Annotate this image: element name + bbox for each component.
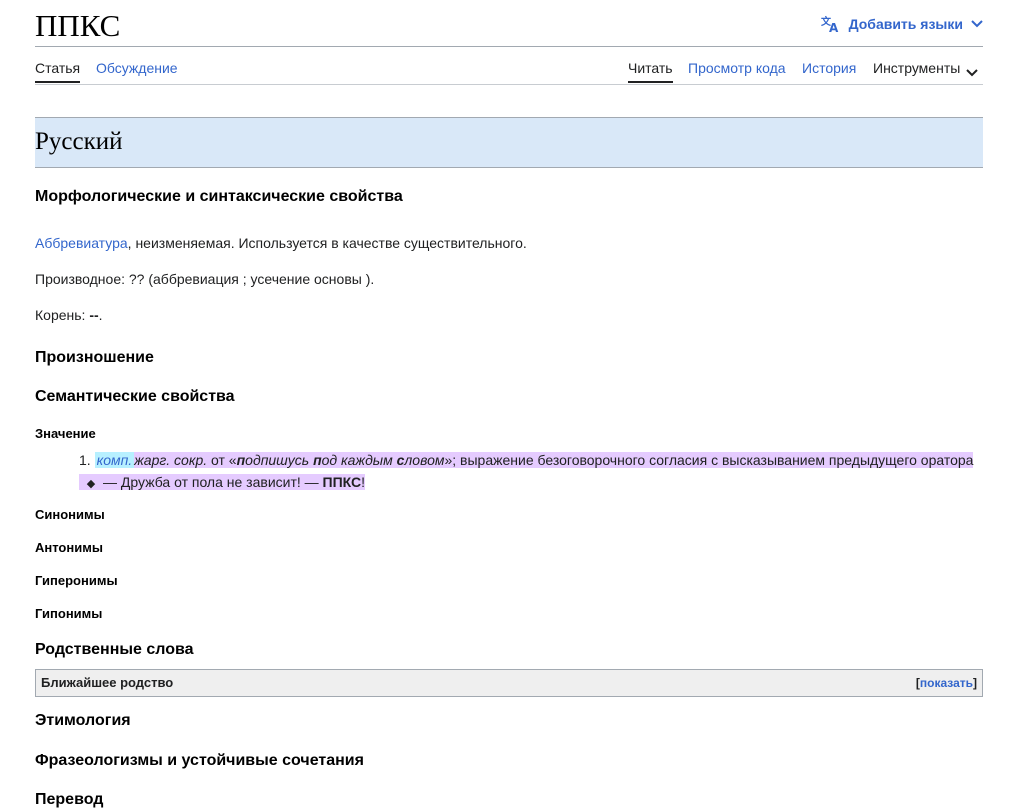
tabs-bar: Статья Обсуждение Читать Просмотр кода И… [35, 47, 983, 85]
acronym-rest: ловом [404, 452, 445, 468]
abbreviation-text: , неизменяемая. Используется в качестве … [127, 235, 527, 251]
page-container: ППКС 文 A Добавить языки Статья Обсуждени… [35, 0, 983, 808]
acronym-letter: п [236, 452, 246, 468]
meaning-heading: Значение [35, 426, 96, 441]
hyponyms-heading: Гипонимы [35, 606, 103, 621]
labels-rest: жарг. сокр. [134, 452, 208, 468]
morphology-heading: Морфологические и синтаксические свойств… [35, 188, 403, 205]
acronym-letter: п [313, 452, 322, 468]
acronym-rest: одпишусь [245, 452, 314, 468]
related-box-title: Ближайшее родство [41, 675, 174, 690]
antonyms-heading: Антонимы [35, 540, 103, 555]
etymology-heading: Этимология [35, 712, 131, 729]
pronunciation-heading: Произношение [35, 349, 154, 366]
semantic-heading: Семантические свойства [35, 388, 235, 405]
acronym-rest: од каждым [321, 452, 397, 468]
meaning-definition: жарг. сокр. от «подпишусь под каждым сло… [134, 452, 974, 468]
example-bold: ППКС [322, 474, 362, 490]
tab-read[interactable]: Читать [628, 59, 673, 83]
from-text: от « [207, 452, 237, 468]
root-value: -- [89, 307, 99, 323]
root-label: Корень: [35, 307, 90, 323]
tools-menu[interactable]: Инструменты [873, 59, 979, 83]
svg-text:A: A [829, 21, 839, 33]
show-link[interactable]: показать [920, 676, 973, 690]
meaning-number: 1. [79, 452, 91, 468]
tab-article[interactable]: Статья [35, 59, 81, 83]
tab-discussion[interactable]: Обсуждение [96, 59, 178, 83]
related-show-toggle: [показать] [916, 676, 977, 690]
label-comp-link[interactable]: комп. [94, 452, 135, 468]
page-title: ППКС [35, 8, 121, 43]
tab-view-source[interactable]: Просмотр кода [688, 59, 786, 83]
hyperonyms-heading: Гиперонимы [35, 573, 118, 588]
synonyms-heading: Синонимы [35, 507, 105, 522]
definition-close: »; выражение безоговорочного согласия с … [444, 452, 974, 468]
root-end: . [98, 307, 103, 323]
tab-history[interactable]: История [802, 59, 856, 83]
related-words-heading: Родственные слова [35, 641, 194, 658]
chevron-down-icon [971, 20, 983, 28]
add-languages-label: Добавить языки [848, 16, 963, 32]
diamond-bullet-icon: ◆ [86, 478, 96, 490]
bracket-close: ] [973, 676, 977, 690]
tools-label: Инструменты [873, 60, 961, 76]
phraseology-heading: Фразеологизмы и устойчивые сочетания [35, 752, 364, 769]
chevron-down-icon [966, 63, 979, 81]
related-words-box: Ближайшее родство [показать] [35, 669, 983, 697]
language-section-header: Русский [35, 117, 983, 168]
translate-icon: 文 A [821, 15, 841, 33]
title-bar: ППКС 文 A Добавить языки [35, 0, 983, 47]
example-highlight: ◆ — Дружба от пола не зависит! — ППКС! [79, 474, 366, 490]
abbreviation-link[interactable]: Аббревиатура [35, 235, 128, 251]
root-paragraph: Корень: --. [35, 305, 103, 325]
derived-paragraph: Производное: ?? (аббревиация ; усечение … [35, 271, 375, 287]
example-end: ! [361, 474, 366, 490]
abbreviation-paragraph: Аббревиатура, неизменяемая. Используется… [35, 233, 527, 253]
example-text: — Дружба от пола не зависит! — [103, 474, 323, 490]
translation-heading: Перевод [35, 791, 104, 808]
meaning-item: 1. комп. жарг. сокр. от «подпишусь под ка… [79, 450, 974, 470]
example-item: ◆ — Дружба от пола не зависит! — ППКС! [79, 472, 366, 494]
language-heading: Русский [35, 128, 123, 155]
add-languages-button[interactable]: 文 A Добавить языки [821, 15, 983, 33]
